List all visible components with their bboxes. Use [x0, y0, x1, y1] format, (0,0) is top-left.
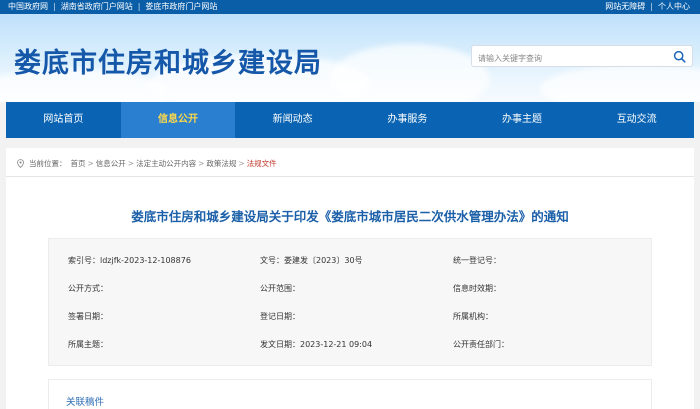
location-pin-icon	[17, 159, 24, 168]
link-hunan-gov[interactable]: 湖南省政府门户网站	[61, 0, 133, 14]
link-gov-cn[interactable]: 中国政府网	[8, 0, 48, 14]
meta-doc-number: 文号：娄建发〔2023〕30号	[260, 256, 363, 265]
top-right-links: 网站无障碍 | 个人中心	[605, 0, 690, 14]
nav-service-topics[interactable]: 办事主题	[465, 102, 580, 138]
meta-topic: 所属主题：	[68, 340, 108, 349]
content-card: 当前位置： 首页 > 信息公开 > 法定主动公开内容 > 政策法规 > 法规文件…	[6, 148, 694, 409]
nav-info-disclosure[interactable]: 信息公开	[120, 102, 236, 138]
breadcrumb-separator: >	[127, 159, 135, 168]
separator: |	[53, 2, 56, 11]
main-nav: 网站首页 信息公开 新闻动态 办事服务 办事主题 互动交流	[6, 102, 694, 138]
breadcrumb-prefix: 当前位置：	[29, 159, 67, 168]
separator: |	[650, 2, 653, 11]
search-box	[471, 45, 693, 69]
meta-index-number: 索引号：ldzjfk-2023-12-108876	[68, 256, 191, 265]
separator: |	[137, 2, 141, 11]
meta-validity-period: 信息时效期：	[453, 284, 501, 293]
meta-register-date: 登记日期：	[260, 312, 300, 321]
personal-center-link[interactable]: 个人中心	[658, 0, 690, 14]
site-title[interactable]: 娄底市住房和城乡建设局	[14, 41, 322, 80]
breadcrumb-statutory-content[interactable]: 法定主动公开内容	[136, 158, 196, 169]
breadcrumb-separator: >	[238, 159, 245, 168]
breadcrumb: 当前位置： 首页 > 信息公开 > 法定主动公开内容 > 政策法规 > 法规文件	[16, 158, 277, 169]
meta-disclosure-method: 公开方式：	[68, 284, 108, 293]
breadcrumb-home[interactable]: 首页	[71, 158, 86, 169]
link-loudi-gov[interactable]: 娄底市政府门户网站	[145, 0, 217, 14]
cloud-decoration	[330, 44, 490, 102]
accessibility-link[interactable]: 网站无障碍	[605, 0, 645, 14]
meta-disclosure-scope: 公开范围：	[260, 284, 300, 293]
breadcrumb-policy[interactable]: 政策法规	[206, 158, 236, 169]
top-bar: 中国政府网 | 湖南省政府门户网站 | 娄底市政府门户网站 网站无障碍 | 个人…	[0, 0, 700, 14]
header-banner: 娄底市住房和城乡建设局	[0, 14, 700, 102]
nav-news[interactable]: 新闻动态	[235, 102, 350, 138]
related-articles: 关联稿件	[48, 379, 652, 409]
meta-sign-date: 签署日期：	[68, 312, 108, 321]
search-icon[interactable]	[673, 50, 686, 63]
breadcrumb-separator: >	[87, 159, 94, 168]
top-links: 中国政府网 | 湖南省政府门户网站 | 娄底市政府门户网站	[8, 0, 217, 14]
nav-services[interactable]: 办事服务	[350, 102, 465, 138]
nav-interaction[interactable]: 互动交流	[579, 102, 694, 138]
breadcrumb-separator: >	[198, 159, 205, 168]
nav-home[interactable]: 网站首页	[6, 102, 121, 138]
meta-registration-number: 统一登记号：	[453, 256, 501, 265]
meta-agency: 所属机构：	[453, 312, 493, 321]
related-articles-label: 关联稿件	[66, 397, 105, 408]
metadata-table: 索引号：ldzjfk-2023-12-108876 文号：娄建发〔2023〕30…	[48, 238, 652, 366]
cloud-decoration	[540, 64, 700, 102]
breadcrumb-info-disclosure[interactable]: 信息公开	[96, 158, 126, 169]
meta-responsible-dept: 公开责任部门：	[453, 340, 509, 349]
breadcrumb-current[interactable]: 法规文件	[247, 158, 277, 169]
search-input[interactable]	[472, 48, 662, 69]
divider	[6, 176, 694, 177]
meta-publish-date: 发文日期：2023-12-21 09:04	[260, 340, 373, 349]
article-title: 娄底市住房和城乡建设局关于印发《娄底市城市居民二次供水管理办法》的通知	[131, 209, 569, 224]
